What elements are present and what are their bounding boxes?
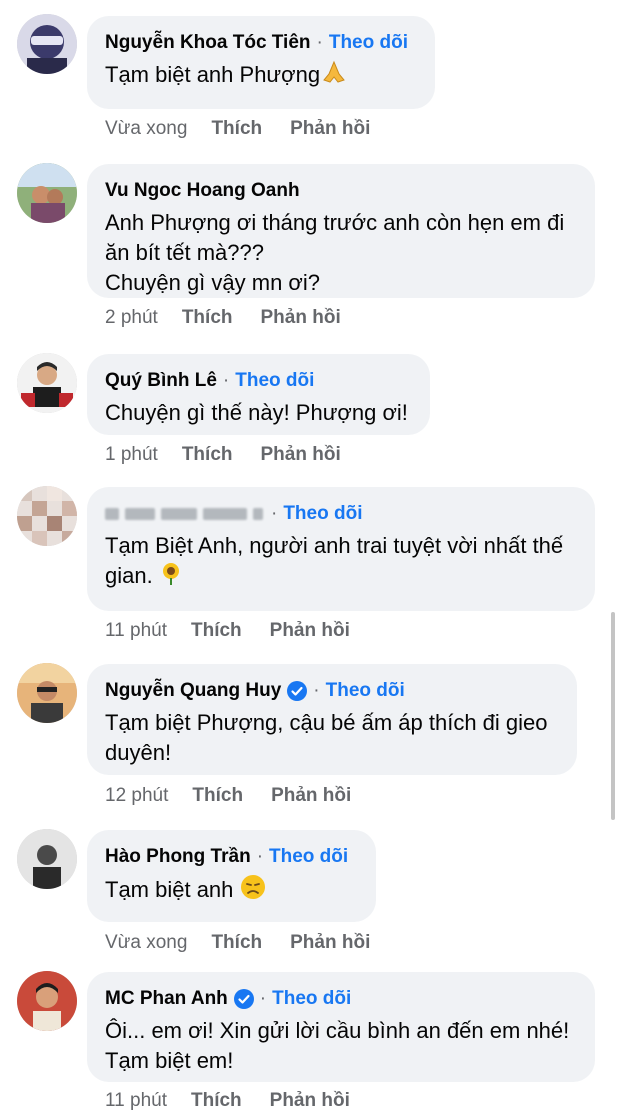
comment-bubble: · Theo dõi Tạm Biệt Anh, người anh trai … bbox=[87, 487, 595, 611]
like-button[interactable]: Thích bbox=[182, 444, 233, 466]
avatar[interactable] bbox=[17, 971, 77, 1031]
reply-button[interactable]: Phản hồi bbox=[290, 118, 370, 140]
comment-text: Tạm Biệt Anh, người anh trai tuyệt vời n… bbox=[105, 531, 577, 593]
comment-line: Chuyện gì vậy mn ơi? bbox=[105, 270, 320, 295]
reply-button[interactable]: Phản hồi bbox=[261, 444, 341, 466]
timestamp[interactable]: Vừa xong bbox=[105, 932, 187, 954]
sunflower-icon bbox=[159, 561, 183, 593]
like-button[interactable]: Thích bbox=[182, 307, 233, 329]
verified-badge-icon bbox=[287, 681, 308, 701]
comment-line: gian. bbox=[105, 563, 153, 588]
scrollbar[interactable] bbox=[611, 612, 615, 820]
comment-line: Tạm Biệt Anh, người anh trai tuyệt vời n… bbox=[105, 533, 564, 558]
reply-button[interactable]: Phản hồi bbox=[261, 307, 341, 329]
comment-text: Chuyện gì thế này! Phượng ơi! bbox=[105, 398, 412, 428]
separator-dot: · bbox=[316, 32, 323, 53]
comment-line: Tạm biệt anh bbox=[105, 876, 234, 902]
author-name[interactable]: Vu Ngoc Hoang Oanh bbox=[105, 180, 300, 202]
comment-actions: 2 phút Thích Phản hồi bbox=[105, 307, 341, 329]
comment-actions: 11 phút Thích Phản hồi bbox=[105, 620, 350, 642]
comment-bubble: Vu Ngoc Hoang Oanh Anh Phượng ơi tháng t… bbox=[87, 164, 595, 298]
reply-button[interactable]: Phản hồi bbox=[270, 1090, 350, 1112]
comment-line: Tạm biệt em! bbox=[105, 1048, 234, 1073]
separator-dot: · bbox=[271, 503, 278, 524]
comment-line: Anh Phượng ơi tháng trước anh còn hẹn em… bbox=[105, 210, 565, 235]
avatar[interactable] bbox=[17, 663, 77, 723]
author-name[interactable]: Hào Phong Trần bbox=[105, 846, 251, 868]
like-button[interactable]: Thích bbox=[191, 620, 242, 642]
verified-badge-icon bbox=[233, 989, 254, 1009]
follow-button[interactable]: Theo dõi bbox=[329, 32, 408, 54]
comment-bubble: Nguyễn Khoa Tóc Tiên · Theo dõi Tạm biệt… bbox=[87, 16, 435, 109]
separator-dot: · bbox=[222, 370, 230, 391]
comment-text: Tạm biệt anh bbox=[105, 874, 358, 908]
comment-line: Ôi... em ơi! Xin gửi lời cầu bình an đến… bbox=[105, 1018, 570, 1043]
comment-text: Tạm biệt anh Phượng bbox=[105, 60, 417, 92]
comment-bubble: MC Phan Anh · Theo dõi Ôi... em ơi! Xin … bbox=[87, 972, 595, 1082]
folded-hands-icon bbox=[320, 60, 348, 92]
timestamp[interactable]: Vừa xong bbox=[105, 118, 187, 140]
like-button[interactable]: Thích bbox=[211, 118, 262, 140]
author-name[interactable]: Quý Bình Lê bbox=[105, 370, 217, 392]
avatar[interactable] bbox=[17, 829, 77, 889]
comment-text: Ôi... em ơi! Xin gửi lời cầu bình an đến… bbox=[105, 1016, 577, 1076]
like-button[interactable]: Thích bbox=[191, 1090, 242, 1112]
follow-button[interactable]: Theo dõi bbox=[326, 680, 405, 702]
follow-button[interactable]: Theo dõi bbox=[269, 846, 348, 868]
avatar[interactable] bbox=[17, 14, 77, 74]
follow-button[interactable]: Theo dõi bbox=[235, 370, 314, 392]
follow-button[interactable]: Theo dõi bbox=[283, 503, 362, 525]
author-name[interactable]: MC Phan Anh bbox=[105, 988, 228, 1010]
avatar[interactable] bbox=[17, 486, 77, 546]
comment-actions: 12 phút Thích Phản hồi bbox=[105, 785, 351, 807]
comment-line: Tạm biệt Phượng, cậu bé ấm áp thích đi g… bbox=[105, 710, 548, 735]
sad-face-icon bbox=[240, 874, 266, 908]
comment-actions: Vừa xong Thích Phản hồi bbox=[105, 118, 370, 140]
reply-button[interactable]: Phản hồi bbox=[270, 620, 350, 642]
comment-line: Tạm biệt anh Phượng bbox=[105, 62, 321, 87]
comment-bubble: Nguyễn Quang Huy · Theo dõi Tạm biệt Phư… bbox=[87, 664, 577, 775]
comment-actions: 11 phút Thích Phản hồi bbox=[105, 1090, 350, 1112]
comment-line: ăn bít tết mà??? bbox=[105, 240, 264, 265]
comment-actions: Vừa xong Thích Phản hồi bbox=[105, 932, 370, 954]
separator-dot: · bbox=[259, 988, 267, 1009]
author-name-blurred[interactable] bbox=[105, 504, 265, 524]
like-button[interactable]: Thích bbox=[192, 785, 243, 807]
comment-line: Chuyện gì thế này! Phượng ơi! bbox=[105, 400, 408, 425]
timestamp[interactable]: 2 phút bbox=[105, 307, 158, 329]
author-name[interactable]: Nguyễn Khoa Tóc Tiên bbox=[105, 32, 311, 54]
avatar[interactable] bbox=[17, 163, 77, 223]
comment-bubble: Hào Phong Trần · Theo dõi Tạm biệt anh bbox=[87, 830, 376, 922]
timestamp[interactable]: 11 phút bbox=[105, 620, 167, 642]
separator-dot: · bbox=[256, 846, 264, 867]
timestamp[interactable]: 11 phút bbox=[105, 1090, 167, 1112]
avatar[interactable] bbox=[17, 353, 77, 413]
reply-button[interactable]: Phản hồi bbox=[271, 785, 351, 807]
separator-dot: · bbox=[313, 680, 320, 701]
like-button[interactable]: Thích bbox=[211, 932, 262, 954]
comment-actions: 1 phút Thích Phản hồi bbox=[105, 444, 341, 466]
timestamp[interactable]: 12 phút bbox=[105, 785, 168, 807]
comment-text: Anh Phượng ơi tháng trước anh còn hẹn em… bbox=[105, 208, 577, 298]
reply-button[interactable]: Phản hồi bbox=[290, 932, 370, 954]
comment-line: duyên! bbox=[105, 740, 172, 765]
author-name[interactable]: Nguyễn Quang Huy bbox=[105, 680, 281, 702]
comment-text: Tạm biệt Phượng, cậu bé ấm áp thích đi g… bbox=[105, 708, 559, 768]
timestamp[interactable]: 1 phút bbox=[105, 444, 158, 466]
comment-bubble: Quý Bình Lê · Theo dõi Chuyện gì thế này… bbox=[87, 354, 430, 435]
follow-button[interactable]: Theo dõi bbox=[272, 988, 351, 1010]
